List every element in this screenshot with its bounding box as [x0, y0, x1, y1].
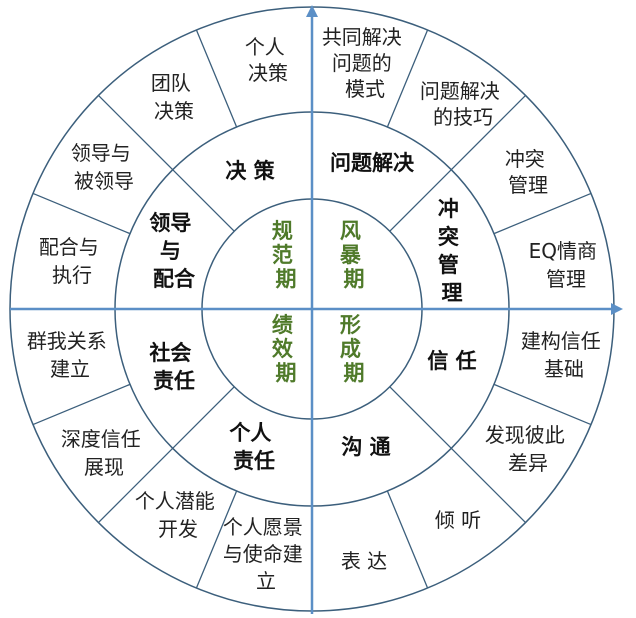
inner-stage-labels: 规 范 期 风 暴 期 形 成 期 绩 效 期 [272, 219, 368, 385]
outer-divider-line [386, 490, 429, 589]
outer-line: 与使命建 [223, 542, 303, 566]
middle-label-personal-resp: 个人 责任 [229, 421, 278, 473]
middle-label-trust: 信 任 [427, 349, 476, 373]
outer-line: 开发 [158, 517, 198, 541]
outer-line: 问题的 [332, 51, 392, 75]
outer-line: 模式 [345, 77, 385, 101]
inner-char: 效 [272, 337, 293, 361]
outer-line: 建构信任 [521, 329, 601, 353]
middle-line: 责任 [233, 449, 275, 473]
inner-label-storming: 风 暴 期 [340, 219, 368, 291]
outer-line: 立 [256, 569, 276, 593]
inner-char: 形 [340, 313, 361, 337]
middle-line: 与 [160, 239, 181, 263]
inner-char: 规 [272, 219, 293, 243]
inner-char: 期 [344, 267, 365, 291]
inner-char: 期 [276, 361, 297, 385]
inner-char: 期 [344, 361, 365, 385]
outer-label-listening: 倾 听 [435, 508, 481, 532]
middle-label-social-resp: 社会 责任 [148, 341, 198, 393]
inner-char: 成 [340, 337, 361, 361]
middle-line: 配合 [153, 267, 196, 291]
outer-line: 管理 [508, 173, 548, 197]
outer-label-find-differences: 发现彼此 差异 [485, 423, 571, 475]
middle-label-problem-solving: 问题解决 [330, 151, 415, 175]
outer-label-problem-skills: 问题解决 的技巧 [420, 79, 506, 129]
middle-line: 领导 [149, 211, 191, 235]
outer-label-eq-management: EQ情商 管理 [529, 239, 604, 291]
inner-char: 期 [276, 267, 297, 291]
team-development-wheel: 规 范 期 风 暴 期 形 成 期 绩 效 期 决 策 问题解决 冲 突 管 理… [9, 5, 623, 614]
outer-line: 团队 [151, 71, 191, 95]
middle-line: 管 [438, 253, 459, 277]
outer-label-deep-trust: 深度信任 展现 [61, 427, 147, 479]
middle-label-decision: 决 策 [225, 159, 275, 183]
middle-label-communication: 沟 通 [341, 435, 390, 459]
outer-line: 被领导 [74, 169, 134, 193]
outer-label-team-decision: 团队 决策 [151, 71, 197, 123]
outer-line: 基础 [544, 357, 584, 381]
inner-char: 暴 [340, 243, 362, 267]
outer-line: 建立 [50, 357, 90, 381]
middle-line: 突 [438, 225, 459, 249]
outer-label-personal-decision: 个人 决策 [245, 35, 291, 85]
outer-line: 深度信任 [61, 427, 141, 451]
middle-line: 社会 [148, 341, 191, 365]
middle-line: 冲 [438, 197, 459, 221]
inner-label-performing: 绩 效 期 [272, 313, 300, 385]
middle-label-conflict-mgmt: 冲 突 管 理 [438, 197, 466, 305]
outer-line: 发现彼此 [485, 423, 565, 447]
inner-label-norming: 规 范 期 [272, 219, 300, 291]
outer-line: 冲突 [505, 147, 545, 171]
outer-line: 展现 [84, 455, 124, 479]
outer-label-group-relations: 群我关系 建立 [27, 329, 113, 381]
outer-label-lead-be-led: 领导与 被领导 [71, 141, 137, 193]
outer-line: 决策 [154, 99, 194, 123]
outer-line: 群我关系 [27, 329, 107, 353]
inner-char: 范 [272, 243, 293, 267]
outer-line: 问题解决 [420, 79, 500, 103]
middle-divider-line [389, 386, 452, 449]
outer-label-expression: 表 达 [341, 549, 387, 573]
outer-label-cooperate-execute: 配合与 执行 [39, 235, 105, 287]
outer-divider-line [32, 192, 131, 235]
outer-divider-line [32, 383, 131, 426]
outer-line: 的技巧 [433, 105, 493, 129]
outer-line: 配合与 [39, 235, 99, 259]
middle-line: 个人 [229, 421, 271, 445]
middle-line: 理 [442, 281, 463, 305]
outer-line: 领导与 [71, 141, 131, 165]
middle-label-lead-cooperate: 领导 与 配合 [149, 211, 198, 291]
outer-label-personal-vision: 个人愿景 与使命建 立 [223, 515, 309, 593]
inner-char: 绩 [272, 313, 293, 337]
outer-label-conflict-mgmt: 冲突 管理 [505, 147, 551, 197]
outer-divider-line [493, 383, 592, 426]
outer-line: 个人愿景 [223, 515, 303, 539]
outer-line: 个人潜能 [135, 489, 215, 513]
outer-line: 共同解决 [322, 25, 402, 49]
inner-char: 风 [340, 219, 361, 243]
outer-label-joint-problem-model: 共同解决 问题的 模式 [322, 25, 408, 101]
outer-line: 个人 [245, 35, 285, 59]
outer-divider-line [493, 192, 592, 235]
outer-label-build-trust: 建构信任 基础 [521, 329, 607, 381]
outer-line: 决策 [248, 61, 288, 85]
outer-line: 管理 [546, 267, 586, 291]
middle-line: 责任 [153, 369, 195, 393]
outer-line: 差异 [508, 451, 548, 475]
outer-line: EQ情商 [529, 239, 597, 263]
middle-divider-line [172, 386, 235, 449]
outer-line: 执行 [52, 263, 92, 287]
outer-divider-line [195, 29, 238, 128]
outer-label-personal-potential: 个人潜能 开发 [135, 489, 221, 541]
inner-label-forming: 形 成 期 [340, 313, 368, 385]
